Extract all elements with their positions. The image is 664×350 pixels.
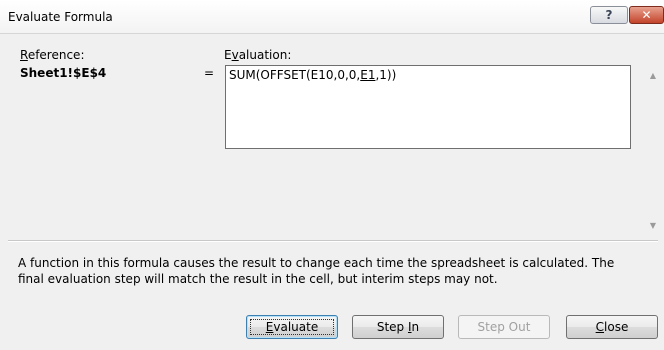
reference-label: Reference:	[20, 48, 85, 62]
close-icon: ✕	[641, 8, 652, 22]
help-icon: ?	[605, 8, 613, 22]
scroll-up-icon[interactable]: ▲	[644, 71, 662, 80]
step-in-button[interactable]: Step In	[352, 315, 444, 339]
title-bar: Evaluate Formula ? ✕	[0, 0, 664, 34]
evaluation-scrollbar[interactable]: ▲ ▼	[644, 65, 662, 236]
evaluation-label: Evaluation:	[224, 48, 292, 62]
volatile-function-message: A function in this formula causes the re…	[18, 256, 615, 286]
evaluation-box[interactable]: SUM(OFFSET(E10,0,0,E1,1))	[225, 65, 631, 149]
scroll-down-icon[interactable]: ▼	[644, 221, 662, 230]
equals-sign: =	[204, 66, 215, 80]
reference-value: Sheet1!$E$4	[20, 66, 107, 80]
evaluation-text: SUM(OFFSET(E10,0,0,E1,1))	[229, 68, 397, 82]
step-out-button[interactable]: Step Out	[458, 315, 550, 339]
evaluate-button[interactable]: Evaluate	[246, 315, 338, 339]
focus-rectangle	[250, 319, 334, 335]
divider-highlight	[8, 241, 658, 242]
close-button[interactable]: Close	[566, 315, 658, 339]
help-button[interactable]: ?	[590, 6, 628, 24]
close-window-button[interactable]: ✕	[629, 6, 664, 24]
window-title: Evaluate Formula	[8, 10, 113, 24]
